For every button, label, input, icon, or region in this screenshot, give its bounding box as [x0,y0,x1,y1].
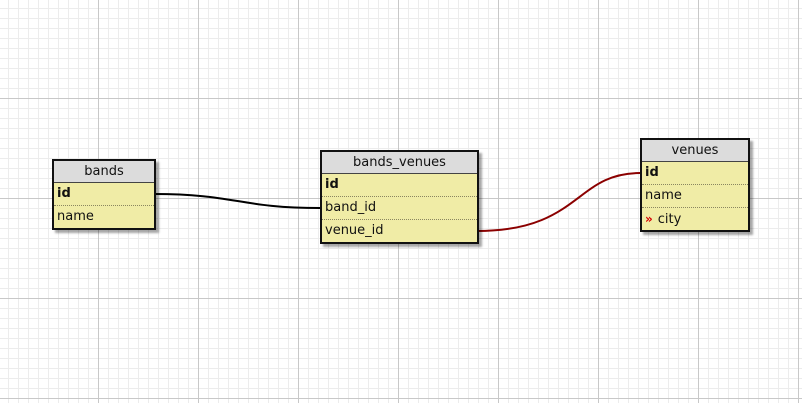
table-bands[interactable]: bands id name [52,159,156,230]
field-name[interactable]: name [642,184,748,207]
table-title: bands [54,161,154,183]
table-title: bands_venues [322,152,477,174]
relation-line-bands-band-id[interactable] [153,193,321,209]
field-city[interactable]: » city [642,207,748,230]
table-bands-venues[interactable]: bands_venues id band_id venue_id [320,150,479,244]
field-venue-id[interactable]: venue_id [322,219,477,242]
field-id[interactable]: id [54,183,154,205]
field-label: city [657,212,682,227]
relation-line-venue-id-venues[interactable] [476,172,641,232]
table-venues[interactable]: venues id name » city [640,138,750,232]
field-band-id[interactable]: band_id [322,196,477,219]
field-id[interactable]: id [322,174,477,196]
foreign-key-marker-icon: » [645,212,653,226]
table-title: venues [642,140,748,162]
field-name[interactable]: name [54,205,154,228]
field-id[interactable]: id [642,162,748,184]
diagram-canvas[interactable]: bands id name bands_venues id band_id ve… [0,0,802,403]
